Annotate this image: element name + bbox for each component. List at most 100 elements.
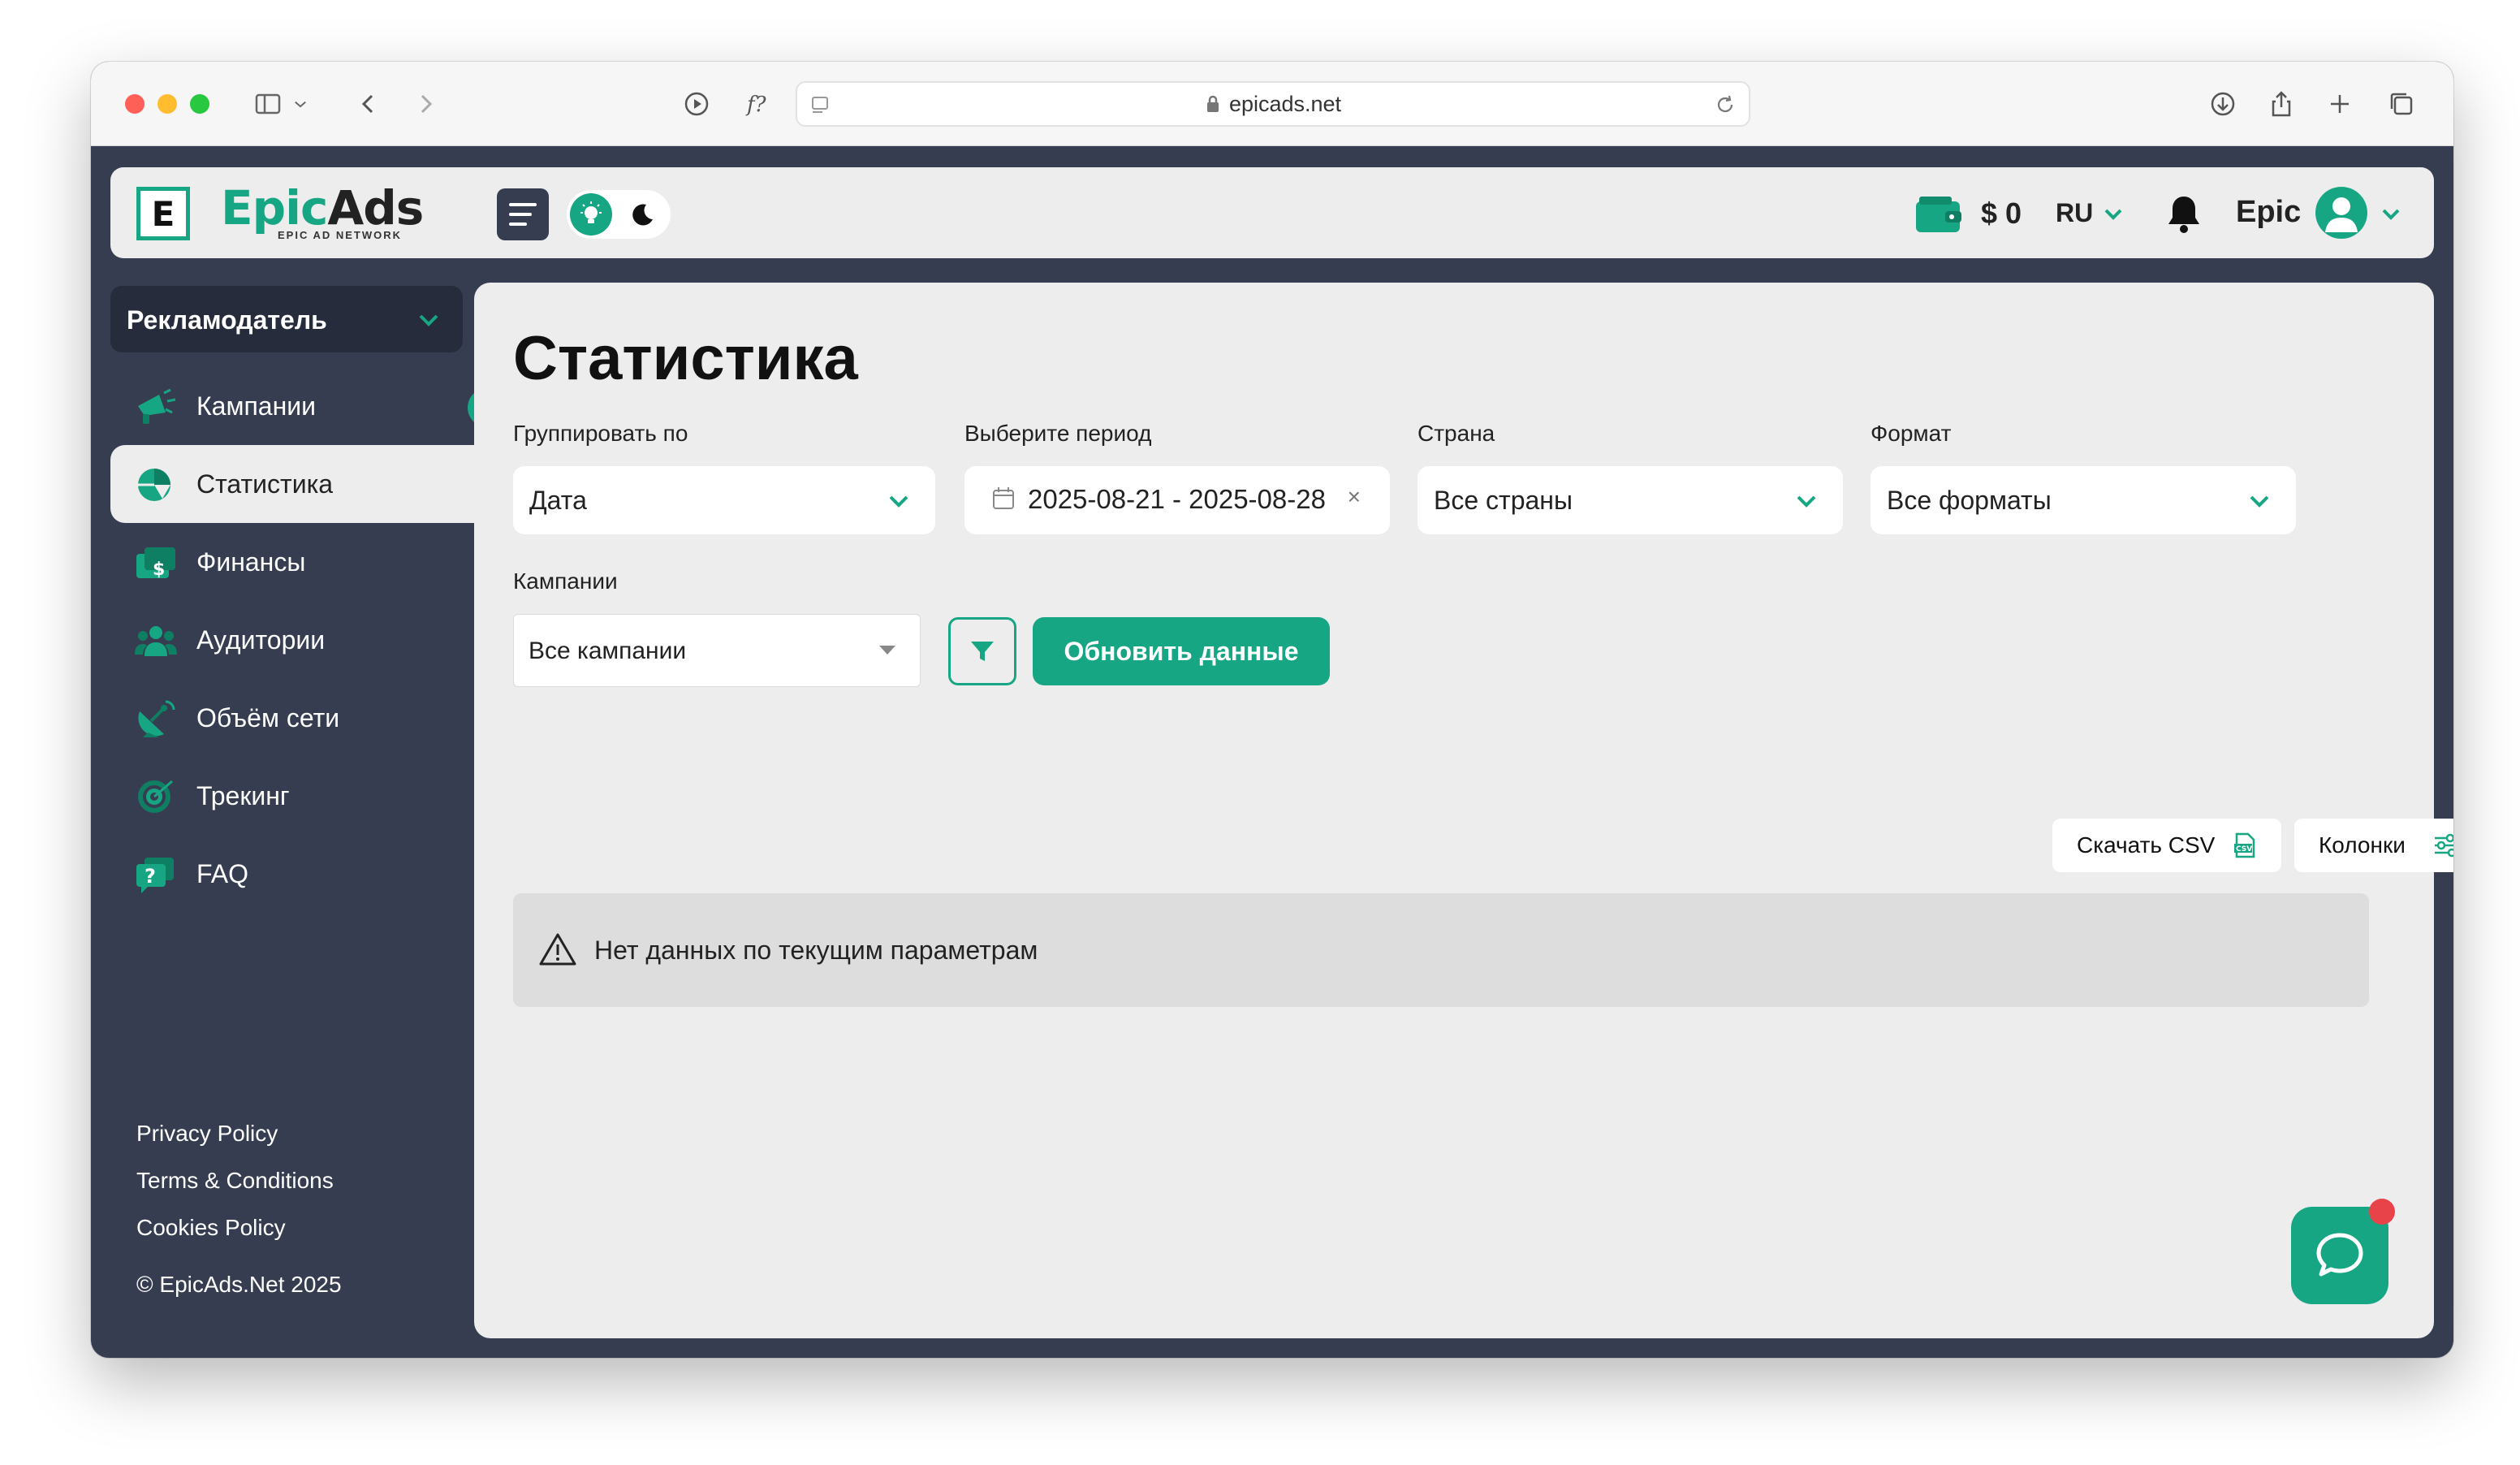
chevron-down-icon [2104, 209, 2122, 220]
format-value: Все форматы [1887, 485, 2052, 515]
function-icon[interactable]: f? [740, 86, 776, 122]
format-select[interactable]: Все форматы [1871, 466, 2296, 534]
chevron-down-icon[interactable] [2379, 201, 2403, 226]
logo-part1: Epic [221, 180, 328, 236]
language-selector[interactable]: RU [2056, 198, 2125, 228]
group-by-label: Группировать по [513, 421, 688, 446]
svg-text:f?: f? [745, 93, 767, 117]
download-csv-button[interactable]: Скачать CSV CSV [2052, 819, 2281, 872]
pie-chart-icon [138, 469, 170, 501]
page-title: Статистика [513, 324, 858, 393]
logo-mark[interactable]: E [136, 187, 190, 240]
privacy-policy-link[interactable]: Privacy Policy [136, 1121, 278, 1147]
main-content: Статистика Группировать по Дата Выберите… [474, 283, 2453, 1338]
chevron-down-icon [2250, 495, 2269, 508]
clear-date-icon[interactable]: × [1348, 484, 1361, 510]
campaigns-label: Кампании [513, 568, 618, 594]
play-icon[interactable] [679, 86, 714, 122]
share-icon[interactable] [2263, 86, 2299, 122]
chevron-down-icon[interactable] [289, 86, 312, 122]
sidebar-item-label: Статистика [196, 469, 334, 499]
sidebar-toggle-icon[interactable] [250, 86, 286, 122]
reload-icon[interactable] [1713, 93, 1737, 117]
sidebar-item-label: FAQ [196, 859, 249, 888]
refresh-data-button[interactable]: Обновить данные [1033, 617, 1330, 685]
sidebar-item-faq[interactable]: ? FAQ [110, 835, 497, 913]
empty-state-alert: Нет данных по текущим параметрам [513, 893, 2369, 1007]
back-icon[interactable] [351, 86, 386, 122]
money-icon: $ [136, 547, 175, 580]
group-by-select[interactable]: Дата [513, 466, 935, 534]
sidebar-item-label: Финансы [196, 547, 306, 577]
sidebar-item-label: Трекинг [196, 781, 290, 810]
faq-icon: ? [136, 858, 174, 893]
download-icon[interactable] [2205, 86, 2241, 122]
group-by-value: Дата [529, 485, 587, 515]
sidebar-item-label: Кампании [196, 391, 316, 421]
empty-state-message: Нет данных по текущим параметрам [594, 936, 1038, 965]
chevron-down-icon [1797, 495, 1816, 508]
country-value: Все страны [1434, 485, 1573, 515]
funnel-icon [971, 642, 994, 661]
username[interactable]: Epic [2236, 195, 2301, 230]
svg-text:CSV: CSV [2236, 845, 2252, 854]
reader-icon[interactable] [809, 93, 833, 117]
download-csv-label: Скачать CSV [2077, 832, 2216, 858]
sidebar-item-label: Аудитории [196, 625, 326, 655]
logo-letter: E [151, 193, 175, 234]
lock-icon [1206, 95, 1219, 112]
address-bar[interactable]: epicads.net [796, 81, 1750, 127]
minimize-window-button[interactable] [158, 94, 177, 114]
columns-label: Колонки [2319, 832, 2406, 858]
balance-amount[interactable]: $ 0 [1981, 197, 2022, 231]
lightbulb-icon[interactable] [570, 193, 612, 236]
role-selector[interactable]: Рекламодатель [110, 286, 463, 352]
moon-icon[interactable] [627, 200, 656, 229]
menu-toggle-button[interactable] [497, 188, 549, 240]
chevron-down-icon [889, 495, 908, 508]
campaigns-value: Все кампании [529, 637, 687, 664]
satellite-icon [138, 700, 175, 737]
theme-toggle[interactable] [567, 190, 671, 239]
sidebar-item-campaigns[interactable]: Кампании + [110, 367, 507, 445]
bell-icon[interactable] [2164, 193, 2203, 236]
role-label: Рекламодатель [127, 305, 327, 335]
svg-text:$: $ [153, 560, 165, 580]
logo-part2: Ads [327, 180, 424, 236]
wallet-icon[interactable] [1914, 195, 1963, 234]
url-text: epicads.net [1228, 91, 1342, 116]
sidebar-item-audiences[interactable]: Аудитории [110, 601, 497, 679]
cookies-policy-link[interactable]: Cookies Policy [136, 1215, 286, 1241]
campaigns-select[interactable]: Все кампании [513, 614, 921, 687]
sidebar-item-statistics[interactable]: Статистика [110, 445, 497, 523]
tabs-overview-icon[interactable] [2384, 86, 2419, 122]
terms-link[interactable]: Terms & Conditions [136, 1168, 334, 1194]
new-tab-icon[interactable] [2322, 86, 2358, 122]
logo[interactable]: EpicAds [221, 180, 424, 236]
date-range-value: 2025-08-21 - 2025-08-28 [1028, 484, 1326, 514]
users-icon [135, 626, 177, 656]
filter-button[interactable] [948, 617, 1016, 685]
date-range-input[interactable]: 2025-08-21 - 2025-08-28 × [964, 466, 1390, 534]
sliders-icon [2435, 833, 2453, 858]
megaphone-icon [138, 388, 176, 424]
close-window-button[interactable] [125, 94, 145, 114]
sidebar-item-network-volume[interactable]: Объём сети [110, 679, 497, 757]
sidebar-item-label: Объём сети [196, 703, 340, 732]
avatar[interactable] [2315, 187, 2367, 239]
maximize-window-button[interactable] [190, 94, 209, 114]
notification-dot [2369, 1199, 2395, 1225]
columns-button[interactable]: Колонки [2294, 819, 2453, 872]
browser-window: f? epicads.net E EpicAds EPIC AD NETWORK [91, 62, 2453, 1358]
country-select[interactable]: Все страны [1418, 466, 1843, 534]
copyright: © EpicAds.Net 2025 [136, 1272, 342, 1297]
forward-icon[interactable] [408, 86, 443, 122]
logo-tagline: EPIC AD NETWORK [278, 229, 403, 241]
browser-toolbar: f? epicads.net [91, 62, 2453, 146]
period-label: Выберите период [964, 421, 1152, 446]
url-display: epicads.net [1205, 92, 1341, 117]
sidebar-item-tracking[interactable]: Трекинг [110, 757, 497, 835]
sidebar-item-finance[interactable]: $ Финансы [110, 523, 497, 601]
chat-bubble-icon [2316, 1233, 2363, 1277]
app-header: E EpicAds EPIC AD NETWORK $ 0 RU Epic [110, 167, 2434, 258]
